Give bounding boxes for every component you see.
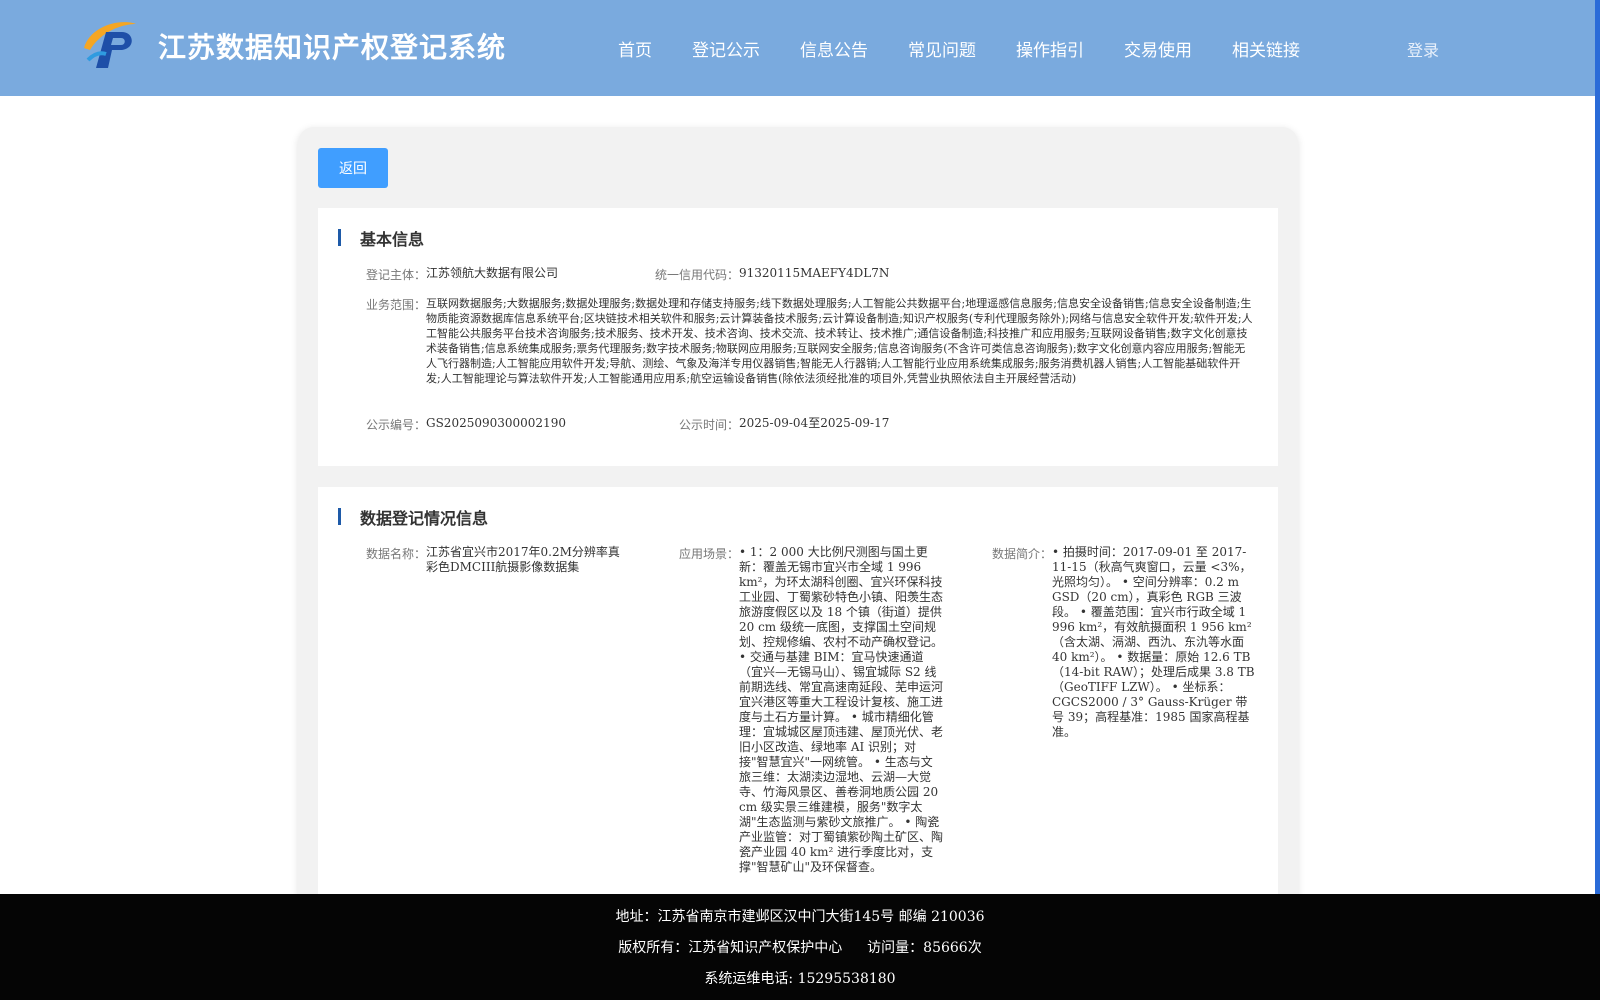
scope-label: 业务范围： (366, 298, 427, 312)
nav-related-links[interactable]: 相关链接 (1232, 36, 1300, 61)
section-title-basic: 基本信息 (338, 226, 424, 250)
detail-card: 返回 基本信息 登记主体： 江苏领航大数据有限公司 统一信用代码： 913201… (298, 127, 1298, 907)
nav-trade-use[interactable]: 交易使用 (1124, 36, 1192, 61)
top-header: 江苏数据知识产权登记系统 首页 登记公示 信息公告 常见问题 操作指引 交易使用… (0, 0, 1595, 96)
notice-time-label: 公示时间： (679, 418, 740, 432)
intro-label: 数据简介： (992, 547, 1053, 561)
section-title-data: 数据登记情况信息 (338, 505, 488, 529)
notice-no-value: GS2025090300002190 (426, 416, 566, 430)
notice-time-value: 2025-09-04至2025-09-17 (739, 416, 890, 430)
scope-value: 互联网数据服务;大数据服务;数据处理服务;数据处理和存储支持服务;线下数据处理服… (426, 297, 1253, 385)
footer-copyright-line: 版权所有：江苏省知识产权保护中心 访问量：85666次 (0, 937, 1600, 957)
nav-home[interactable]: 首页 (618, 36, 652, 61)
main-nav: 首页 登记公示 信息公告 常见问题 操作指引 交易使用 相关链接 (618, 0, 1340, 96)
site-footer: 地址：江苏省南京市建邺区汉中门大街145号 邮编 210036 版权所有：江苏省… (0, 894, 1600, 1000)
nav-guide[interactable]: 操作指引 (1016, 36, 1084, 61)
intro-value: • 拍摄时间：2017-09-01 至 2017-11-15（秋高气爽窗口，云量… (1052, 545, 1255, 739)
scene-label: 应用场景： (679, 547, 740, 561)
nav-faq[interactable]: 常见问题 (908, 36, 976, 61)
footer-visits: 访问量：85666次 (867, 940, 982, 956)
data-name-label: 数据名称： (366, 547, 427, 561)
notice-no-label: 公示编号： (366, 418, 427, 432)
scrollbar-edge (1595, 0, 1600, 1000)
subject-label: 登记主体： (366, 268, 427, 282)
footer-phone: 系统运维电话: 15295538180 (704, 971, 896, 987)
login-link[interactable]: 登录 (1407, 37, 1439, 61)
footer-address: 地址：江苏省南京市建邺区汉中门大街145号 邮编 210036 (615, 909, 985, 925)
footer-copyright: 版权所有：江苏省知识产权保护中心 (618, 940, 843, 956)
site-title[interactable]: 江苏数据知识产权登记系统 (158, 26, 506, 66)
credit-value: 91320115MAEFY4DL7N (739, 266, 890, 280)
data-name-value: 江苏省宜兴市2017年0.2M分辨率真彩色DMCIII航摄影像数据集 (426, 545, 620, 574)
back-button[interactable]: 返回 (318, 148, 388, 188)
nav-info-announcement[interactable]: 信息公告 (800, 36, 868, 61)
data-registration-panel: 数据登记情况信息 数据名称： 江苏省宜兴市2017年0.2M分辨率真彩色DMCI… (318, 487, 1278, 907)
scene-value: • 1：2 000 大比例尺测图与国土更新：覆盖无锡市宜兴市全域 1 996 k… (739, 545, 944, 874)
ip-logo-icon[interactable] (80, 18, 140, 72)
basic-info-panel: 基本信息 登记主体： 江苏领航大数据有限公司 统一信用代码： 91320115M… (318, 208, 1278, 466)
credit-label: 统一信用代码： (655, 268, 740, 282)
nav-registration-notice[interactable]: 登记公示 (692, 36, 760, 61)
subject-value: 江苏领航大数据有限公司 (426, 266, 559, 280)
